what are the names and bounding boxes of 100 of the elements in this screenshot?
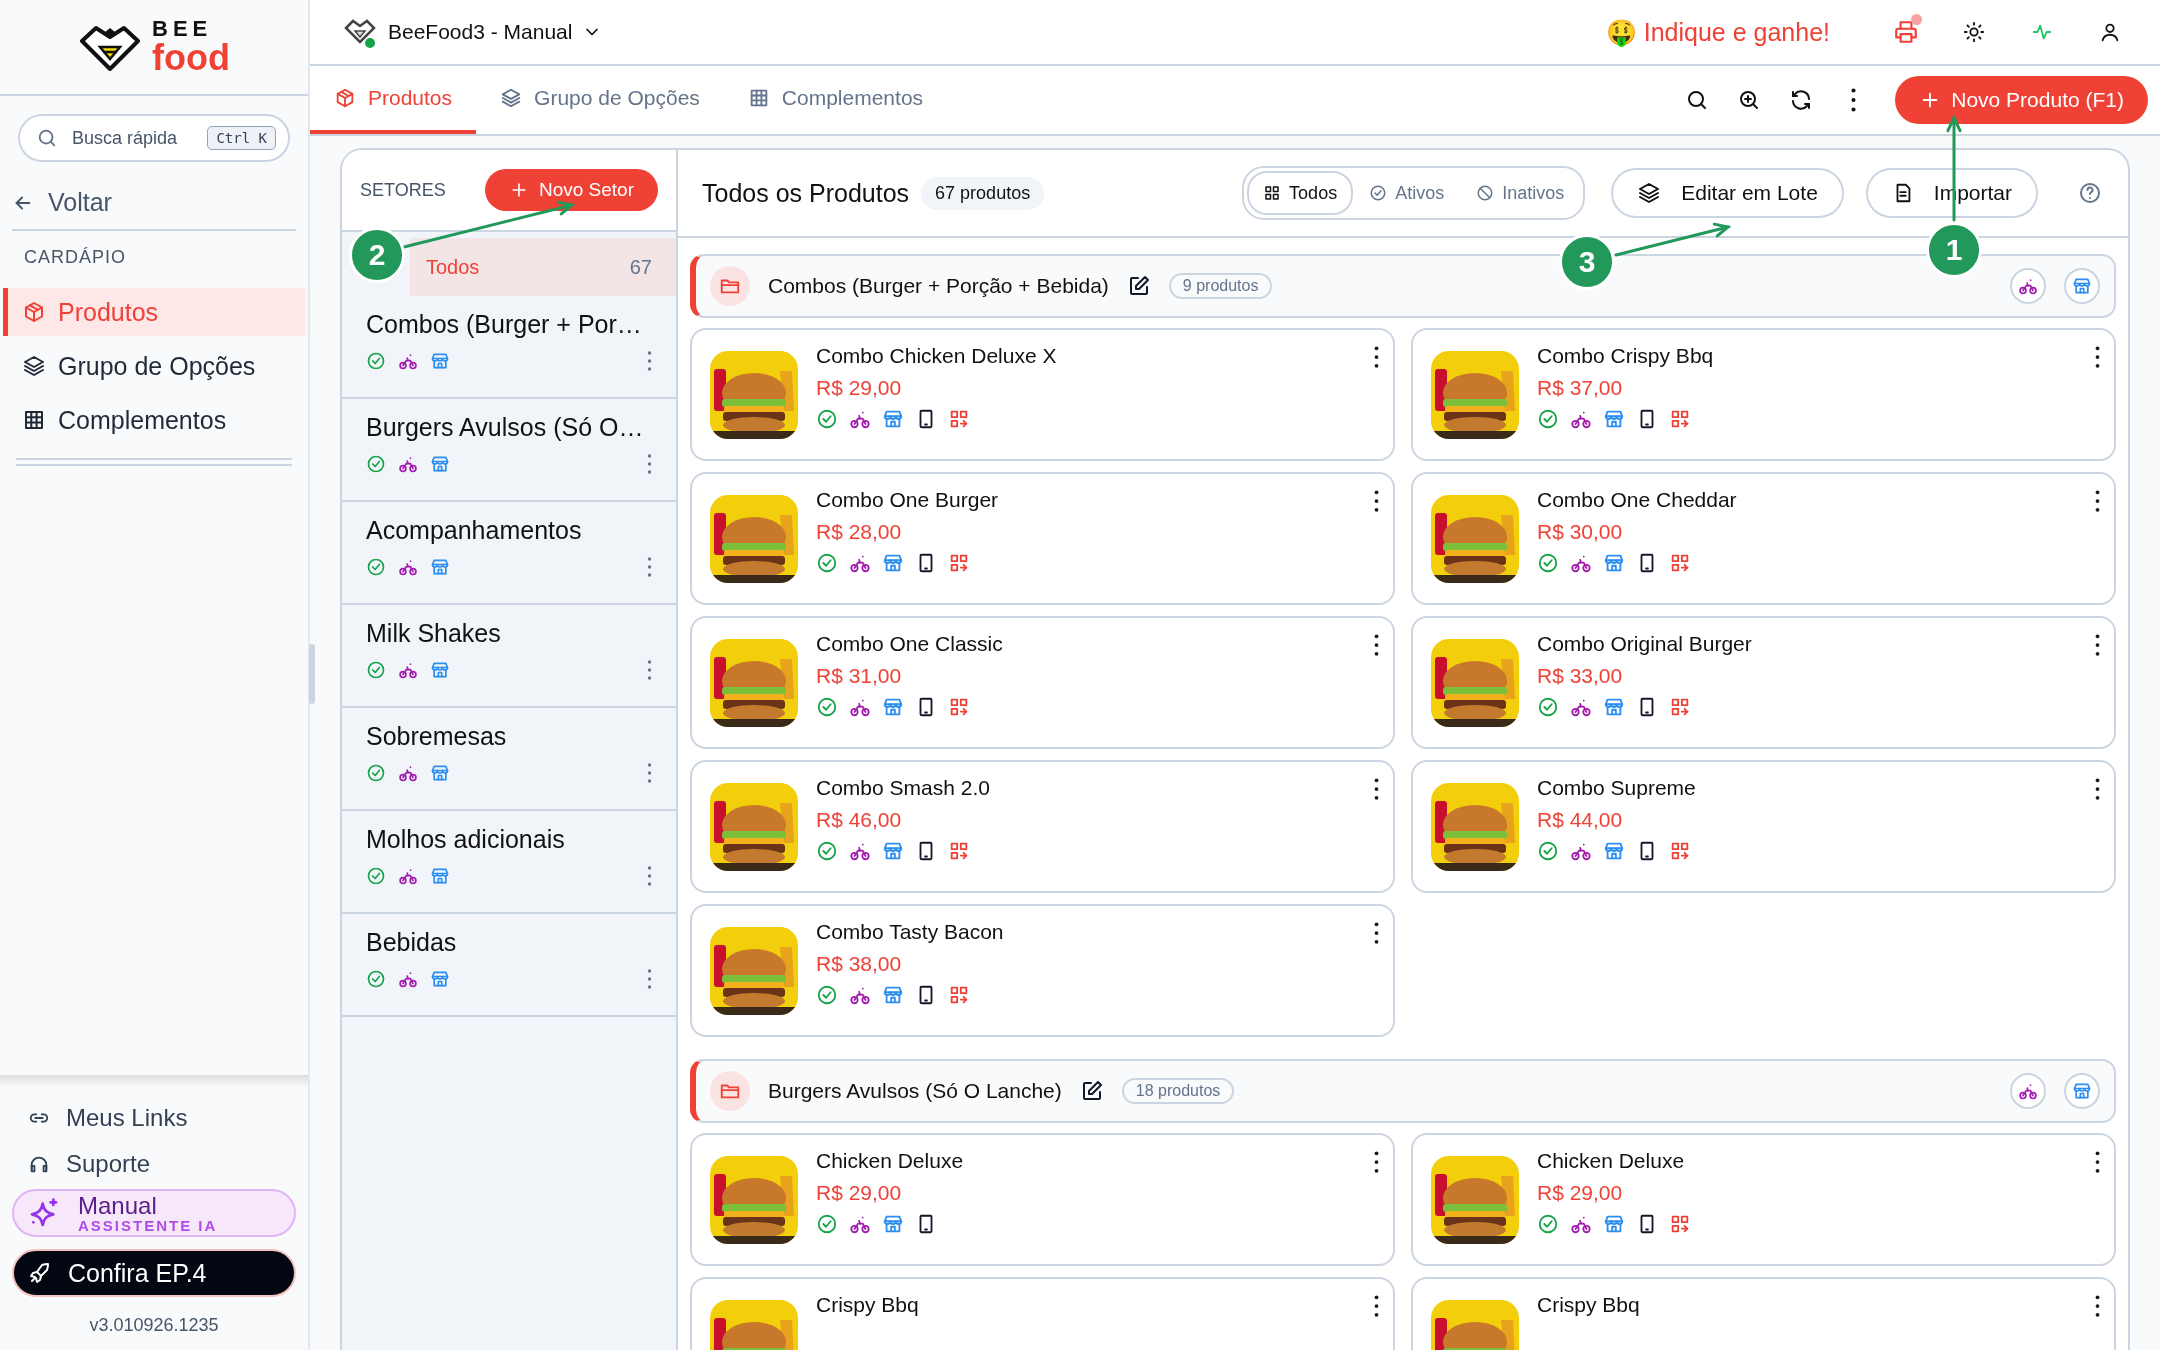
ban-icon [1476, 184, 1495, 202]
search-icon [36, 127, 58, 149]
check-circle-icon [816, 840, 838, 862]
product-card[interactable]: Combo Original Burger R$ 33,00 [1411, 616, 2116, 749]
check-circle-icon [366, 351, 386, 371]
sector-item[interactable]: Todos 67 [410, 238, 676, 296]
more-icon[interactable] [1374, 778, 1379, 800]
check-circle-icon [1537, 696, 1559, 718]
product-card[interactable]: Crispy Bbq [1411, 1277, 2116, 1350]
assistant-button[interactable]: Manual ASSISTENTE IA [12, 1189, 296, 1237]
more-icon[interactable] [1374, 1151, 1379, 1173]
check-circle-icon [816, 552, 838, 574]
check-circle-icon [1537, 1213, 1559, 1235]
folder-icon [710, 266, 750, 306]
check-circle-icon [366, 660, 386, 680]
product-card[interactable]: Combo Crispy Bbq R$ 37,00 [1411, 328, 2116, 461]
sector-name: Burgers Avulsos (Só O… [366, 413, 645, 442]
sector-item[interactable]: Molhos adicionais [342, 811, 676, 914]
bike-icon[interactable] [2010, 268, 2046, 304]
product-name: Combo Crispy Bbq [1537, 344, 1714, 368]
bike-icon [398, 557, 418, 577]
check-circle-icon [1537, 408, 1559, 430]
check-circle-icon [1369, 184, 1388, 202]
section-label: CARDÁPIO [24, 247, 128, 268]
check-circle-icon [366, 454, 386, 474]
more-icon[interactable] [1374, 490, 1379, 512]
store-icon [1603, 696, 1625, 718]
footer-link[interactable]: Suporte [0, 1141, 308, 1187]
product-name: Chicken Deluxe [816, 1149, 964, 1173]
product-card[interactable]: Chicken Deluxe R$ 29,00 [1411, 1133, 2116, 1266]
tab[interactable]: Complementos [723, 66, 948, 134]
more-icon[interactable] [2095, 1151, 2100, 1173]
nav-item[interactable]: Complementos [3, 396, 305, 444]
grid-icon [22, 408, 46, 432]
tab[interactable]: Produtos [310, 66, 477, 134]
product-price: R$ 37,00 [1537, 376, 1624, 400]
product-card[interactable]: Crispy Bbq [690, 1277, 1395, 1350]
more-icon[interactable] [2095, 634, 2100, 656]
search-field[interactable]: Busca rápida [70, 126, 196, 150]
layers-icon [500, 87, 523, 109]
more-icon[interactable] [1374, 922, 1379, 944]
product-card[interactable]: Combo Chicken Deluxe X R$ 29,00 [690, 328, 1395, 461]
batch-edit-button[interactable]: Editar em Lote [1611, 168, 1844, 218]
product-price: R$ 28,00 [816, 520, 903, 544]
nav-item[interactable]: Grupo de Opções [3, 342, 305, 390]
store-icon[interactable] [2064, 1073, 2100, 1109]
more-icon[interactable] [2095, 490, 2100, 512]
product-card[interactable]: Combo One Classic R$ 31,00 [690, 616, 1395, 749]
new-product-button[interactable]: Novo Produto (F1) [1895, 76, 2148, 124]
bike-icon [398, 969, 418, 989]
group-name: Combos (Burger + Porção + Bebida) [768, 274, 1109, 298]
sector-item[interactable]: Combos (Burger + Por… [342, 296, 676, 399]
resize-handle[interactable] [309, 644, 315, 704]
product-name: Combo Tasty Bacon [816, 920, 1004, 944]
store-icon [1603, 1213, 1625, 1235]
workspace-selector[interactable]: BeeFood3 - Manual [336, 13, 609, 51]
product-name: Combo Supreme [1537, 776, 1696, 800]
more-icon[interactable] [1374, 346, 1379, 368]
check-circle-icon [366, 763, 386, 783]
promo-button[interactable]: Confira EP.4 [12, 1249, 296, 1297]
filter-option[interactable]: Inativos [1460, 171, 1581, 215]
store-icon[interactable] [2064, 268, 2100, 304]
store-icon [430, 763, 450, 783]
product-card[interactable]: Combo Tasty Bacon R$ 38,00 [690, 904, 1395, 1037]
more-icon[interactable] [1374, 1295, 1379, 1317]
more-icon [1850, 88, 1856, 112]
filter-option[interactable]: Ativos [1353, 171, 1461, 215]
more-icon[interactable] [2095, 346, 2100, 368]
layers-icon [1637, 181, 1662, 205]
product-card[interactable]: Combo One Burger R$ 28,00 [690, 472, 1395, 605]
check-circle-icon [366, 557, 386, 577]
more-icon[interactable] [1374, 634, 1379, 656]
footer-link[interactable]: Meus Links [0, 1095, 308, 1141]
new-sector-button[interactable]: Novo Setor [484, 169, 658, 211]
product-card[interactable]: Combo Smash 2.0 R$ 46,00 [690, 760, 1395, 893]
sector-item[interactable]: Sobremesas [342, 708, 676, 811]
product-card[interactable]: Chicken Deluxe R$ 29,00 [690, 1133, 1395, 1266]
sector-item[interactable]: Acompanhamentos [342, 502, 676, 605]
more-icon[interactable] [2095, 778, 2100, 800]
filter-option[interactable]: Todos [1247, 171, 1354, 215]
bike-icon[interactable] [2010, 1073, 2046, 1109]
store-icon [882, 984, 904, 1006]
more-icon[interactable] [2095, 1295, 2100, 1317]
check-circle-icon [366, 969, 386, 989]
tab[interactable]: Grupo de Opções [476, 66, 724, 134]
sparkle-icon [28, 1197, 60, 1229]
store-icon [430, 969, 450, 989]
back-link[interactable]: Voltar [12, 188, 296, 231]
store-icon [1603, 840, 1625, 862]
check-circle-icon [816, 696, 838, 718]
store-icon [1603, 552, 1625, 574]
sector-item[interactable]: Burgers Avulsos (Só O… [342, 399, 676, 502]
printer-icon [1893, 19, 1919, 45]
sector-item[interactable]: Milk Shakes [342, 605, 676, 708]
product-card[interactable]: Combo One Cheddar R$ 30,00 [1411, 472, 2116, 605]
product-card[interactable]: Combo Supreme R$ 44,00 [1411, 760, 2116, 893]
referral-link[interactable]: 🤑 Indique e ganhe! [1605, 17, 1830, 47]
product-price: R$ 33,00 [1537, 664, 1624, 688]
product-price: R$ 29,00 [816, 1181, 903, 1205]
sector-item[interactable]: Bebidas [342, 914, 676, 1017]
